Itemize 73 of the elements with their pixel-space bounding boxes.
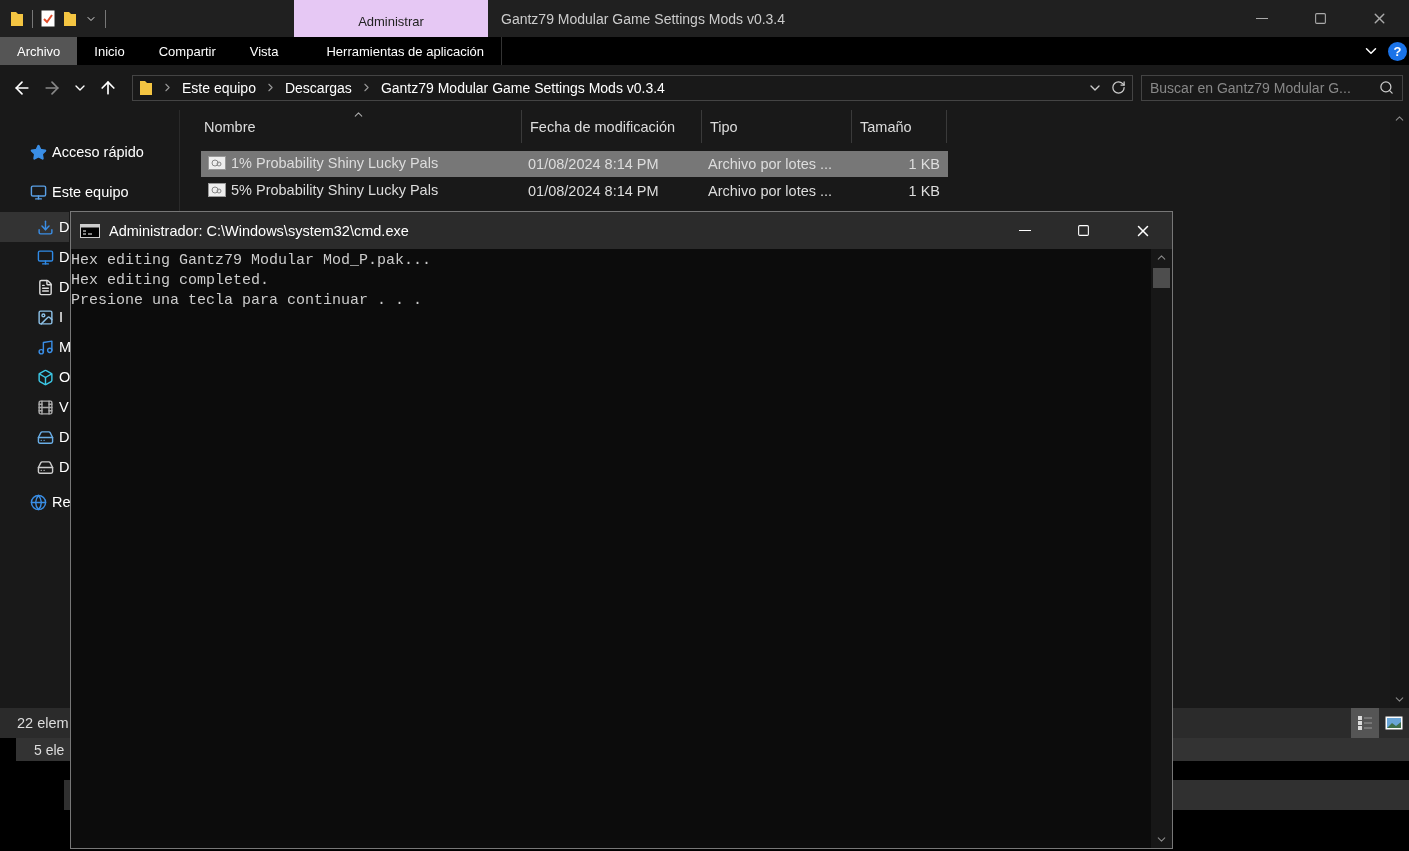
batch-file-icon: [208, 156, 226, 170]
file-size: 1 KB: [907, 156, 940, 172]
context-tab[interactable]: Administrar: [294, 0, 488, 37]
sidebar-item[interactable]: M: [0, 332, 72, 362]
pictures-icon: [37, 308, 54, 326]
ribbon-tab[interactable]: Inicio: [77, 37, 142, 65]
maximize-icon: [1077, 224, 1090, 237]
ribbon-tab[interactable]: Compartir: [141, 37, 233, 65]
details-view-button[interactable]: [1351, 708, 1379, 738]
address-bar[interactable]: Este equipo Descargas Gantz79 Modular Game Settings Mods v0.3.4: [132, 74, 1133, 101]
folder-icon: [63, 10, 77, 27]
refresh-icon[interactable]: [1111, 80, 1126, 95]
sidebar-item[interactable]: I: [0, 302, 64, 332]
console-line: Hex editing Gantz79 Modular Mod_P.pak...: [71, 251, 433, 271]
modified-date: 01/08/2024 8:14 PM: [528, 156, 660, 172]
window-title: Administrador: C:\Windows\system32\cmd.exe: [108, 222, 410, 239]
pc-icon: [30, 183, 47, 201]
file-name: 5% Probability Shiny Lucky Pals: [201, 182, 528, 200]
details-view-icon: [1357, 715, 1373, 731]
music-icon: [37, 338, 54, 356]
file-type: Archivo por lotes ...: [708, 156, 834, 172]
picture-icon: [1385, 716, 1403, 730]
breadcrumb-item[interactable]: Este equipo: [182, 79, 256, 96]
properties-icon: [41, 10, 55, 27]
column-header[interactable]: Nombre: [196, 110, 522, 143]
sidebar-item[interactable]: Acceso rápido: [0, 132, 144, 172]
batch-file-icon: [208, 183, 226, 197]
window-title: Gantz79 Modular Game Settings Mods v0.3.4: [500, 9, 787, 29]
ribbon-tab[interactable]: Vista: [232, 37, 296, 65]
folder-icon: [139, 79, 153, 96]
item-count: 22 elem: [17, 715, 69, 731]
sidebar-item[interactable]: Re: [0, 482, 71, 522]
console-icon: [80, 223, 100, 238]
breadcrumb-item[interactable]: Gantz79 Modular Game Settings Mods v0.3.4: [380, 79, 665, 96]
file-size: 1 KB: [907, 183, 940, 199]
scroll-thumb[interactable]: [1153, 268, 1170, 288]
console-line: Hex editing completed.: [71, 271, 271, 291]
console-line: Presione una tecla para continuar . . .: [71, 291, 424, 311]
sidebar-item[interactable]: V: [0, 392, 69, 422]
sidebar-item[interactable]: D: [0, 212, 70, 242]
sidebar-item[interactable]: Este equipo: [0, 172, 129, 212]
file-type: Archivo por lotes ...: [708, 183, 834, 199]
column-header[interactable]: Tipo: [702, 110, 852, 143]
minimize-icon: [1018, 230, 1031, 231]
maximize-icon: [1314, 12, 1327, 25]
star-icon: [30, 143, 47, 161]
windisk-icon: [37, 428, 54, 446]
column-header[interactable]: Fecha de modificación: [522, 110, 702, 143]
item-count: 5 ele: [34, 741, 65, 758]
column-header[interactable]: Tamaño: [852, 110, 947, 143]
videos-icon: [37, 398, 54, 416]
sidebar-item[interactable]: D: [0, 422, 70, 452]
help-button[interactable]: ?: [1388, 41, 1407, 61]
desktop-icon: [37, 248, 54, 266]
file-row[interactable]: 5% Probability Shiny Lucky Pals 01/08/2024 8:14 PM Archivo por lotes ... 1 KB: [201, 178, 948, 204]
sidebar-item[interactable]: D: [0, 272, 70, 302]
drive-icon: [37, 458, 54, 476]
network-icon: [30, 493, 47, 511]
documents-icon: [37, 278, 54, 296]
folder-icon: [10, 10, 24, 27]
scrollbar[interactable]: [1151, 249, 1172, 848]
objects-icon: [37, 368, 54, 386]
downloads-icon: [37, 218, 54, 236]
breadcrumb-item[interactable]: Descargas: [284, 79, 352, 96]
ribbon-tab[interactable]: Archivo: [0, 37, 78, 65]
file-name: 1% Probability Shiny Lucky Pals: [201, 155, 528, 173]
search-icon: [1379, 80, 1394, 95]
sidebar-item[interactable]: O: [0, 362, 71, 392]
sidebar-item[interactable]: D: [0, 452, 70, 482]
sidebar-item[interactable]: D: [0, 242, 70, 272]
search-field[interactable]: Buscar en Gantz79 Modular G...: [1141, 74, 1403, 101]
minimize-icon: [1255, 18, 1268, 19]
modified-date: 01/08/2024 8:14 PM: [528, 183, 660, 199]
